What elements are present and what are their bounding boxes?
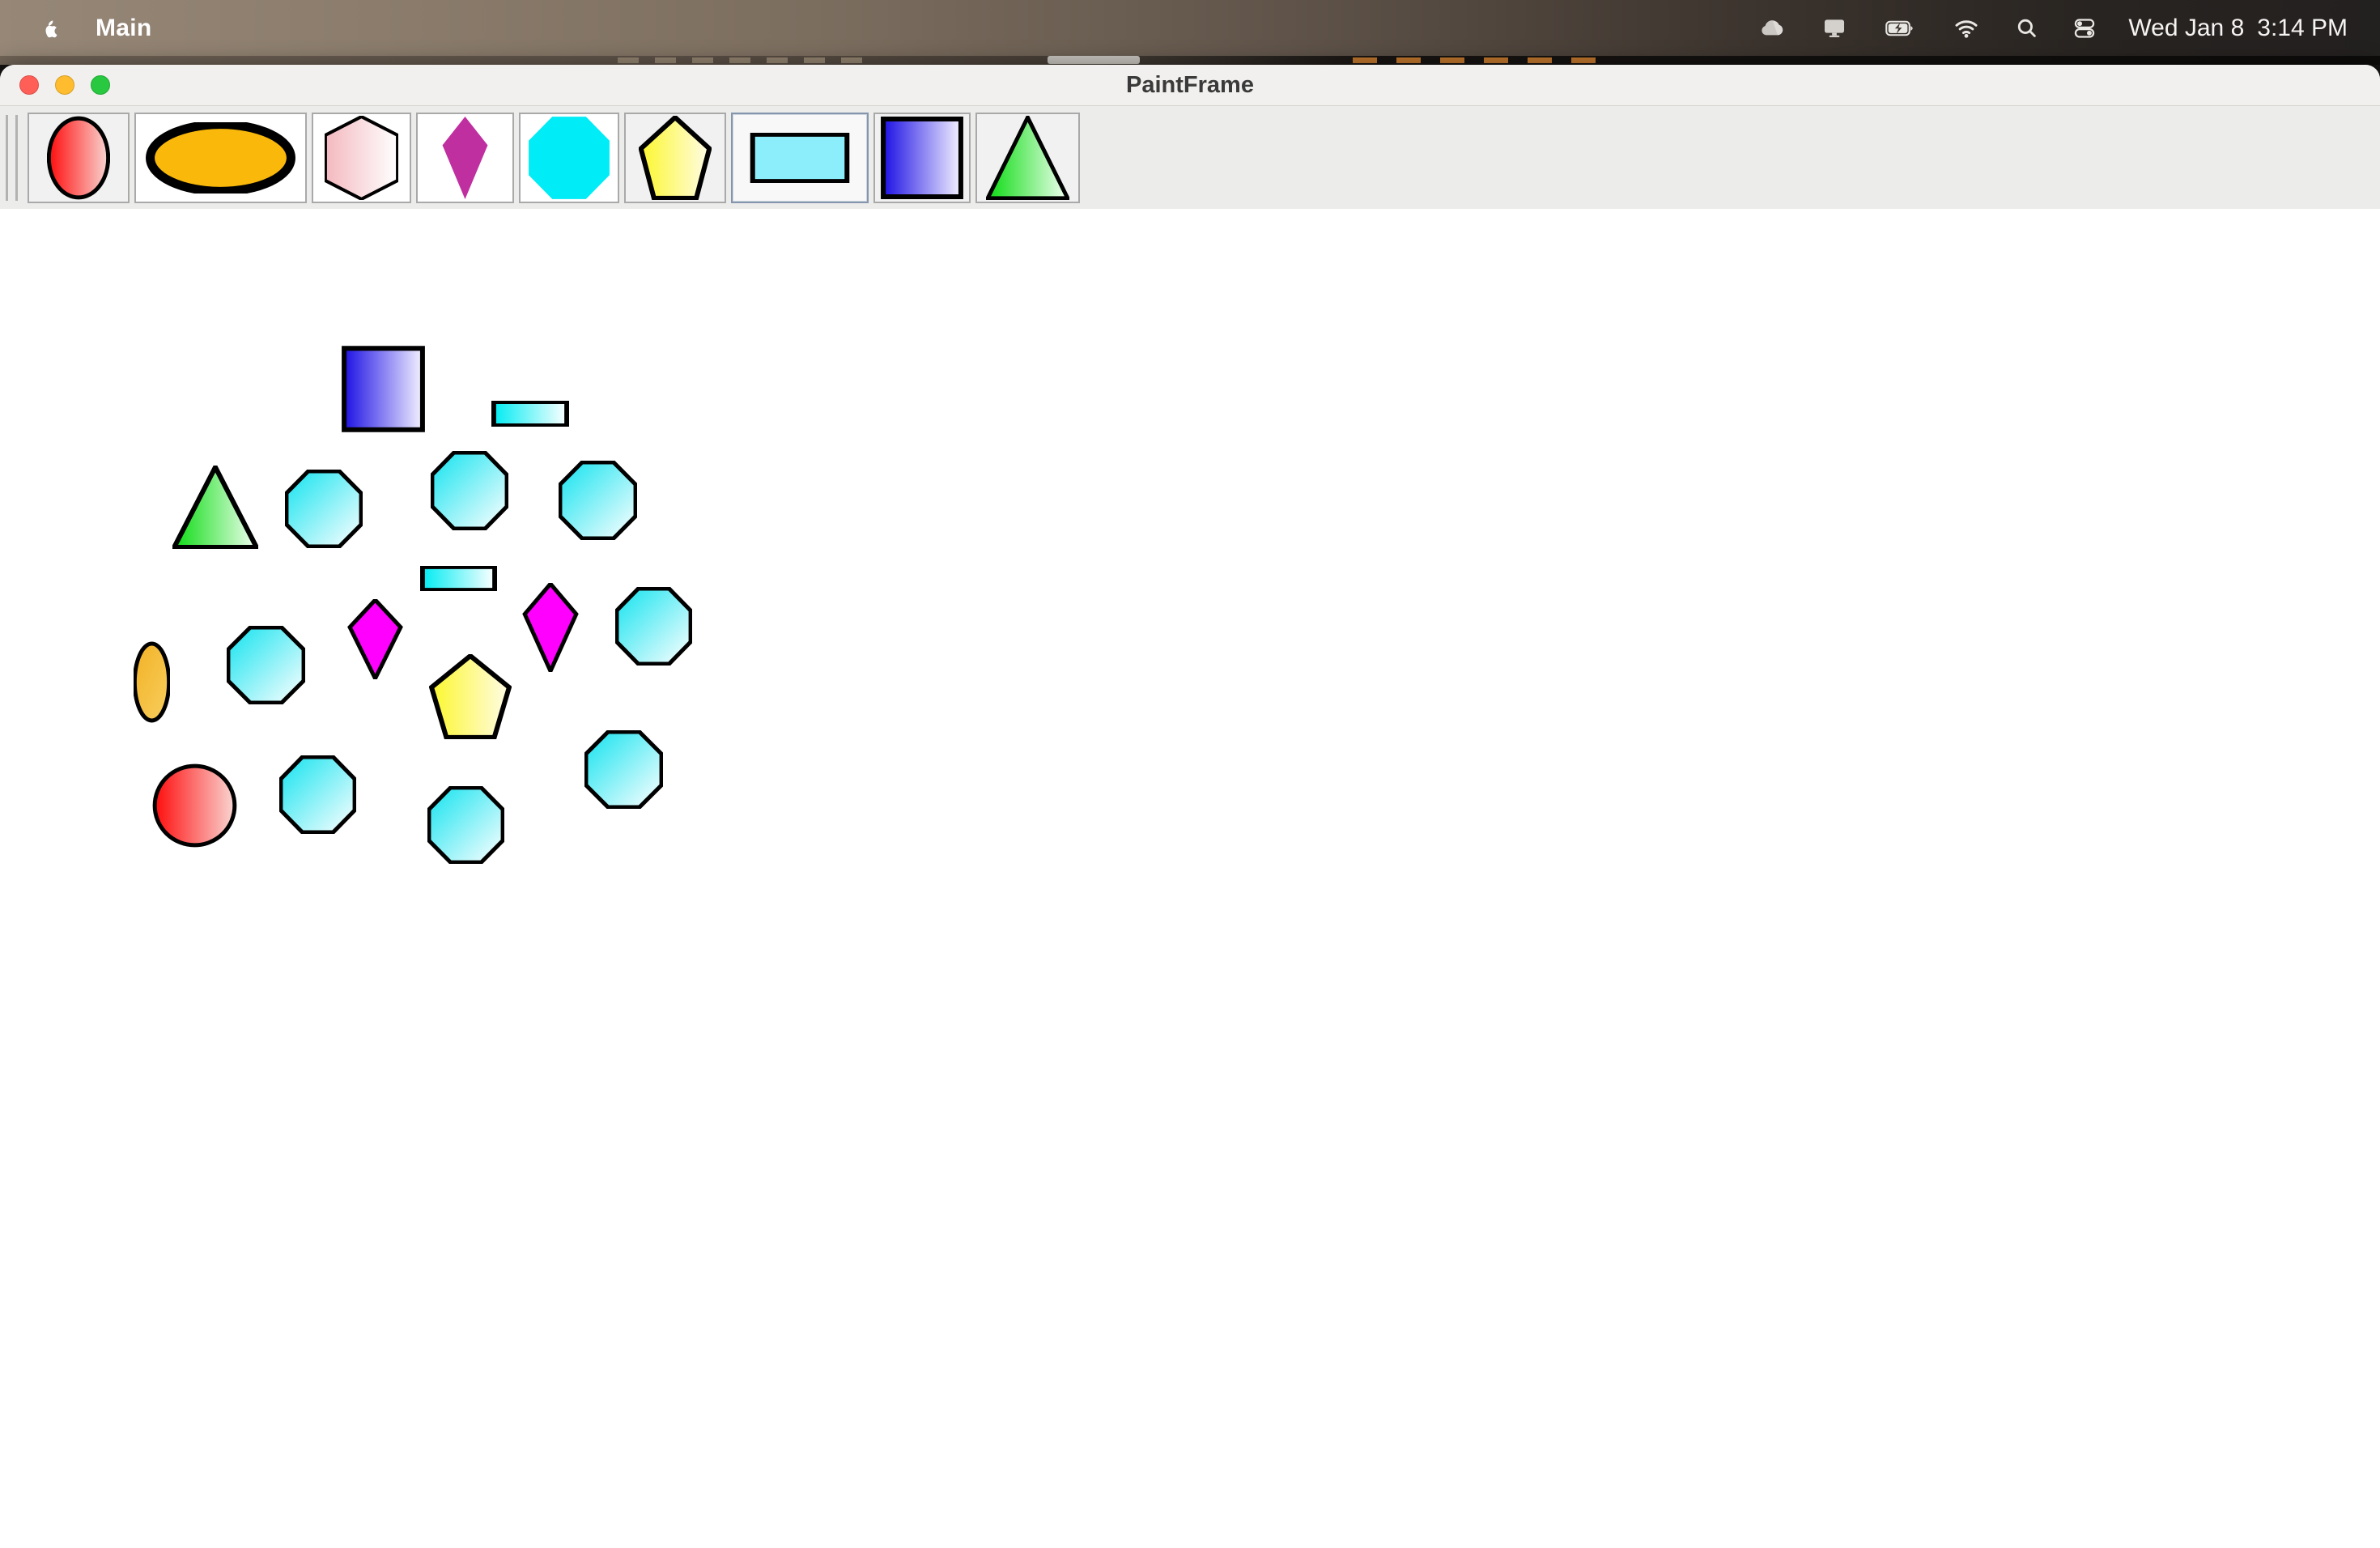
tool-gradient-square-shape-icon (875, 114, 969, 202)
tool-triangle-shape-icon (977, 114, 1078, 202)
battery-charging-icon[interactable] (1879, 12, 1919, 45)
minimize-button[interactable] (55, 75, 74, 95)
shape-toolbar (0, 106, 2380, 210)
tool-hexagon-button[interactable] (312, 113, 411, 203)
close-button[interactable] (19, 75, 39, 95)
canvas-shape-octagon[interactable] (559, 461, 637, 540)
desktop-wallpaper-strip (0, 56, 2380, 65)
cloud-icon[interactable] (1754, 12, 1790, 45)
tool-kite-button[interactable] (416, 113, 514, 203)
canvas-shape-ellipse[interactable] (134, 641, 170, 723)
search-icon[interactable] (2013, 12, 2041, 45)
tool-outlined-oval-button[interactable] (134, 113, 307, 203)
menu-bar: Main Wed Jan 8 3:14 PM (0, 0, 2380, 56)
tool-octagon-button[interactable] (519, 113, 619, 203)
tool-triangle-button[interactable] (975, 113, 1080, 203)
tool-gradient-oval-shape-icon (29, 114, 128, 202)
clock-date: Wed Jan 8 (2128, 15, 2244, 42)
menu-item-main[interactable]: Main (96, 15, 152, 42)
tool-rectangle-shape-icon (733, 114, 867, 202)
toolbar-drag-grip[interactable] (6, 115, 18, 201)
zoom-button[interactable] (91, 75, 110, 95)
status-icons (1754, 12, 2099, 45)
canvas-shape-octagon[interactable] (584, 730, 663, 809)
canvas-shape-octagon[interactable] (427, 786, 504, 864)
wifi-icon[interactable] (1949, 12, 1984, 45)
canvas-shape-octagon[interactable] (279, 755, 356, 834)
tool-octagon-shape-icon (521, 114, 618, 202)
canvas-shape-kite[interactable] (521, 583, 580, 672)
canvas-shape-rect[interactable] (491, 401, 569, 427)
tool-pentagon-button[interactable] (624, 113, 726, 203)
canvas-shape-ellipse[interactable] (152, 763, 237, 848)
tool-pentagon-shape-icon (626, 114, 725, 202)
canvas-shape-kite[interactable] (346, 599, 405, 679)
canvas-shape-rect[interactable] (342, 346, 425, 432)
paint-canvas[interactable] (0, 209, 2380, 1548)
wallpaper-artifact (1048, 56, 1140, 64)
canvas-shape-triangle[interactable] (172, 466, 258, 549)
toolbar-buttons (28, 113, 1080, 203)
desktop-screen: Main Wed Jan 8 3:14 PM PaintFrame (0, 0, 2380, 1548)
window-traffic-lights (19, 65, 110, 105)
tool-gradient-square-button[interactable] (873, 113, 971, 203)
paintframe-window: PaintFrame (0, 65, 2380, 1548)
tool-rectangle-button[interactable] (731, 113, 869, 203)
wallpaper-artifact (1353, 57, 1610, 63)
canvas-shape-pentagon[interactable] (429, 654, 512, 739)
tool-outlined-oval-shape-icon (136, 114, 305, 202)
control-center-icon[interactable] (2070, 12, 2099, 45)
tool-hexagon-shape-icon (313, 114, 410, 202)
clock-time: 3:14 PM (2257, 15, 2348, 42)
window-title: PaintFrame (1126, 72, 1254, 99)
canvas-shape-octagon[interactable] (615, 587, 692, 666)
screen-mirroring-icon[interactable] (1819, 12, 1850, 45)
apple-menu-icon[interactable] (36, 15, 63, 42)
tool-gradient-oval-button[interactable] (28, 113, 130, 203)
menu-bar-clock[interactable]: Wed Jan 8 3:14 PM (2128, 15, 2348, 42)
canvas-shape-rect[interactable] (420, 566, 497, 591)
window-title-bar[interactable]: PaintFrame (0, 65, 2380, 106)
wallpaper-artifact (618, 57, 870, 63)
canvas-shape-octagon[interactable] (431, 451, 508, 530)
canvas-shape-octagon[interactable] (227, 626, 305, 704)
canvas-shape-octagon[interactable] (285, 470, 363, 548)
tool-kite-shape-icon (418, 114, 512, 202)
menu-bar-status-area: Wed Jan 8 3:14 PM (1754, 12, 2380, 45)
